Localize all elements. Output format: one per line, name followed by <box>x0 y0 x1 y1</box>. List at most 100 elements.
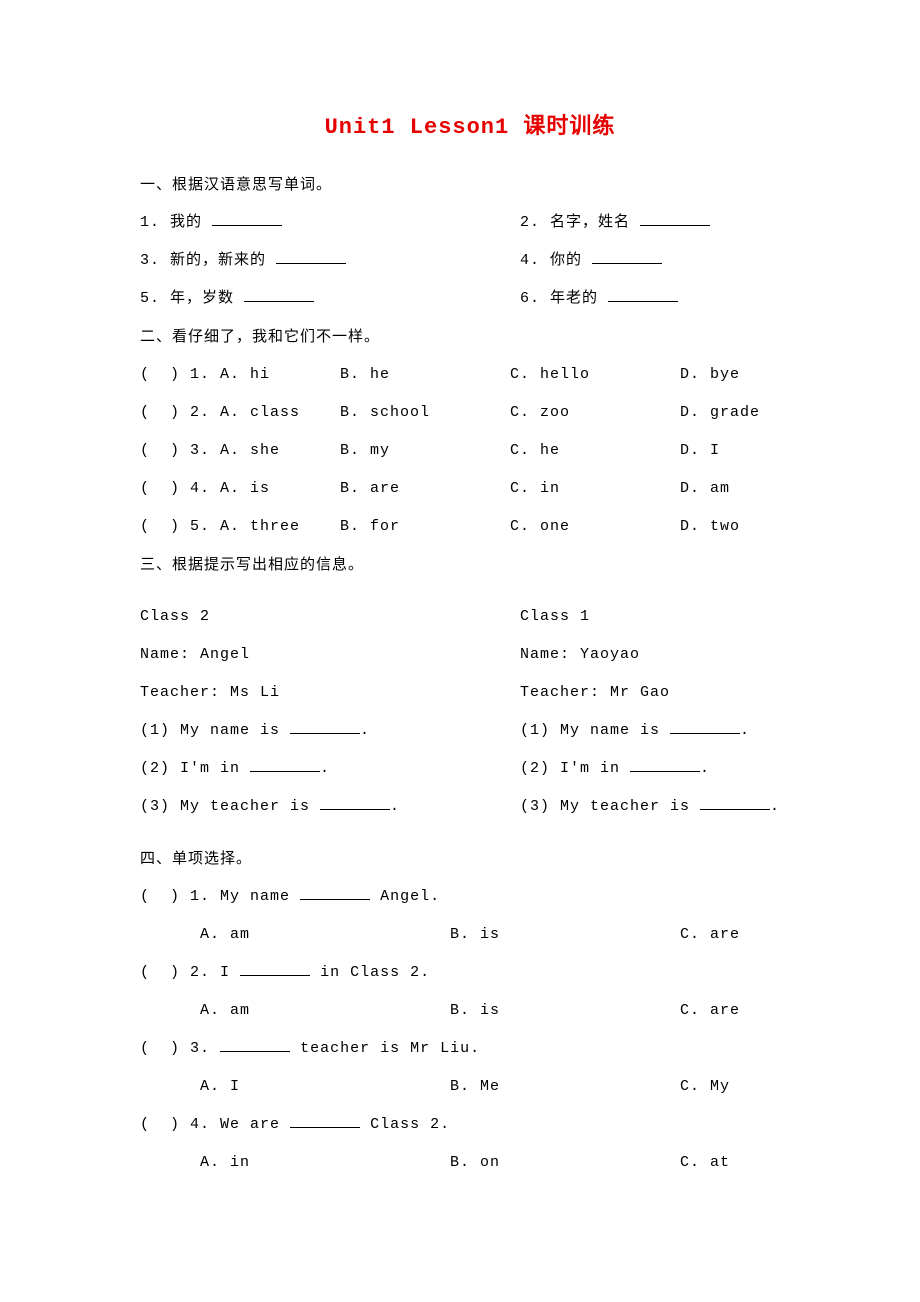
s4-q3-b: Me <box>480 1078 500 1095</box>
s4-q2-options: A. am B. is C. are <box>200 999 800 1023</box>
s4-q4-c: at <box>710 1154 730 1171</box>
s3r-name: Name: Yaoyao <box>520 643 800 667</box>
s1-item-3-text: 新的，新来的 <box>170 252 266 269</box>
s3l-teacher-val: Ms Li <box>230 684 280 701</box>
blank-input[interactable] <box>220 1037 290 1052</box>
blank-input[interactable] <box>630 757 700 772</box>
s3r-name-val: Yaoyao <box>580 646 640 663</box>
s3r-q2: (2) I'm in . <box>520 757 800 781</box>
s2-q5-num: 5. <box>190 518 210 535</box>
s3r-teacher-label: Teacher: <box>520 684 600 701</box>
s4-q4-options: A. in B. on C. at <box>200 1151 800 1175</box>
s4-q2: ( ) 2. I in Class 2. <box>140 961 800 985</box>
s1-item-1-num: 1. <box>140 214 160 231</box>
section4-heading: 四、单项选择。 <box>140 847 800 871</box>
s2-q4-b: are <box>370 480 400 497</box>
s4-q2-num: 2. <box>190 964 210 981</box>
s4-q2-b: is <box>480 1002 500 1019</box>
s2-q4-c: in <box>540 480 560 497</box>
blank-input[interactable] <box>290 1113 360 1128</box>
blank-input[interactable] <box>290 719 360 734</box>
s4-q3: ( ) 3. teacher is Mr Liu. <box>140 1037 800 1061</box>
s1-item-3-num: 3. <box>140 252 160 269</box>
blank-input[interactable] <box>320 795 390 810</box>
blank-input[interactable] <box>300 885 370 900</box>
s3r-q1: (1) My name is . <box>520 719 800 743</box>
s1-item-5: 5. 年，岁数 <box>140 287 520 311</box>
s3l-class: Class 2 <box>140 605 520 629</box>
s4-q1-b: is <box>480 926 500 943</box>
s2-q1-c: hello <box>540 366 590 383</box>
s2-q3-num: 3. <box>190 442 210 459</box>
s3r-teacher-val: Mr Gao <box>610 684 670 701</box>
s2-q2-a: class <box>250 404 300 421</box>
s4-q4-num: 4. <box>190 1116 210 1133</box>
s4-q2-c: are <box>710 1002 740 1019</box>
s4-q4-post: Class 2. <box>370 1116 450 1133</box>
s2-row-1: ( ) 1. A. hi B. he C. hello D. bye <box>140 363 800 387</box>
s3l-name-val: Angel <box>200 646 250 663</box>
s4-q1-pre: My name <box>220 888 290 905</box>
section3-heading: 三、根据提示写出相应的信息。 <box>140 553 800 577</box>
s3r-q2-text: (2) I'm in <box>520 760 620 777</box>
s4-q3-post: teacher is Mr Liu. <box>300 1040 480 1057</box>
page-title: Unit1 Lesson1 课时训练 <box>140 110 800 145</box>
s3l-q2-text: (2) I'm in <box>140 760 240 777</box>
s1-item-6-num: 6. <box>520 290 540 307</box>
s4-q1-options: A. am B. is C. are <box>200 923 800 947</box>
s2-q2-b: school <box>370 404 430 421</box>
blank-input[interactable] <box>244 287 314 302</box>
s2-q1-a: hi <box>250 366 270 383</box>
s4-q3-options: A. I B. Me C. My <box>200 1075 800 1099</box>
s3r-q1-text: (1) My name is <box>520 722 660 739</box>
blank-input[interactable] <box>700 795 770 810</box>
s1-item-4-num: 4. <box>520 252 540 269</box>
s3l-teacher-label: Teacher: <box>140 684 220 701</box>
s2-q1-b: he <box>370 366 390 383</box>
s3l-name-label: Name: <box>140 646 190 663</box>
s3r-q3: (3) My teacher is . <box>520 795 800 819</box>
s2-q2-c: zoo <box>540 404 570 421</box>
blank-input[interactable] <box>276 249 346 264</box>
s1-item-2-num: 2. <box>520 214 540 231</box>
s1-item-6-text: 年老的 <box>550 290 598 307</box>
blank-input[interactable] <box>212 211 282 226</box>
s2-q5-d: two <box>710 518 740 535</box>
s4-q4-b: on <box>480 1154 500 1171</box>
blank-input[interactable] <box>608 287 678 302</box>
s4-q2-pre: I <box>220 964 230 981</box>
s1-item-4: 4. 你的 <box>520 249 800 273</box>
s2-q2-d: grade <box>710 404 760 421</box>
s4-q1-c: are <box>710 926 740 943</box>
s3l-q1: (1) My name is . <box>140 719 520 743</box>
s4-q3-a: I <box>230 1078 240 1095</box>
blank-input[interactable] <box>592 249 662 264</box>
s1-item-1-text: 我的 <box>170 214 202 231</box>
s2-row-4: ( ) 4. A. is B. are C. in D. am <box>140 477 800 501</box>
s4-q1-num: 1. <box>190 888 210 905</box>
s2-row-5: ( ) 5. A. three B. for C. one D. two <box>140 515 800 539</box>
s3r-teacher: Teacher: Mr Gao <box>520 681 800 705</box>
section2-heading: 二、看仔细了，我和它们不一样。 <box>140 325 800 349</box>
blank-input[interactable] <box>640 211 710 226</box>
blank-input[interactable] <box>240 961 310 976</box>
s2-q4-num: 4. <box>190 480 210 497</box>
s2-q5-c: one <box>540 518 570 535</box>
s2-q4-a: is <box>250 480 270 497</box>
s3l-q2: (2) I'm in . <box>140 757 520 781</box>
s2-q3-c: he <box>540 442 560 459</box>
s1-item-1: 1. 我的 <box>140 211 520 235</box>
section1-heading: 一、根据汉语意思写单词。 <box>140 173 800 197</box>
s2-q2-num: 2. <box>190 404 210 421</box>
blank-input[interactable] <box>670 719 740 734</box>
s4-q4-pre: We are <box>220 1116 280 1133</box>
s3r-class: Class 1 <box>520 605 800 629</box>
blank-input[interactable] <box>250 757 320 772</box>
s3r-name-label: Name: <box>520 646 570 663</box>
s2-row-3: ( ) 3. A. she B. my C. he D. I <box>140 439 800 463</box>
s4-q1-post: Angel. <box>380 888 440 905</box>
s4-q4: ( ) 4. We are Class 2. <box>140 1113 800 1137</box>
s4-q3-c: My <box>710 1078 730 1095</box>
s1-item-2: 2. 名字，姓名 <box>520 211 800 235</box>
s3l-teacher: Teacher: Ms Li <box>140 681 520 705</box>
